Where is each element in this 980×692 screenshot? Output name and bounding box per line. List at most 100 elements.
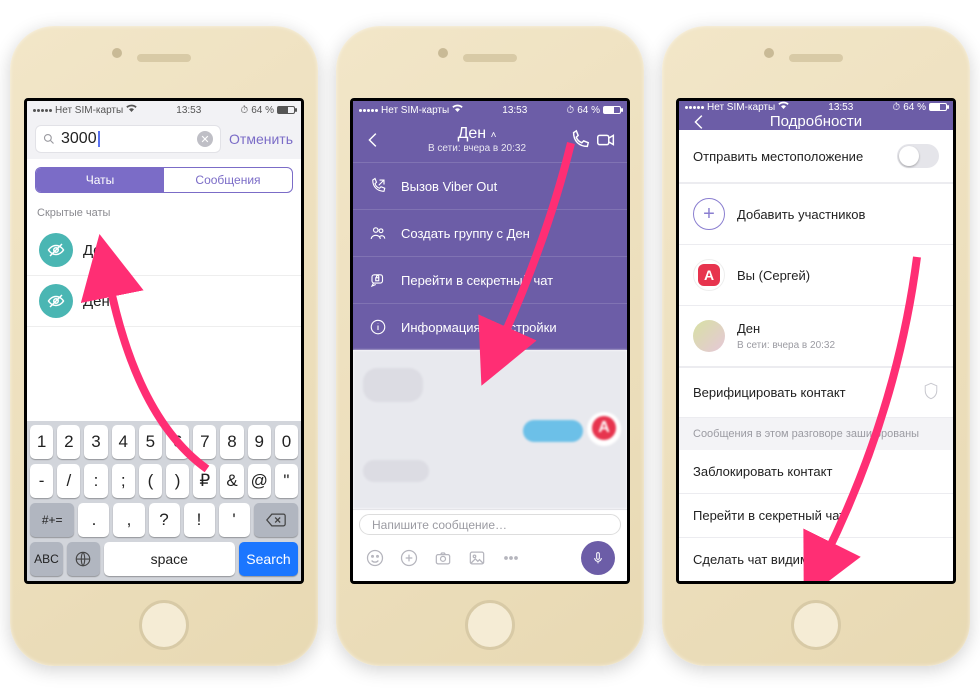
more-icon[interactable]: [501, 548, 521, 568]
key[interactable]: @: [248, 464, 271, 498]
section-hidden-chats: Скрытые чаты: [27, 201, 301, 225]
shield-icon: [923, 382, 939, 403]
phone-frame-3: Нет SIM-карты 13:53 ⏱ 64 % Подробности О…: [662, 26, 970, 666]
phone-icon: [569, 129, 591, 151]
plus-icon[interactable]: [399, 548, 419, 568]
cell-label: Вы (Сергей): [737, 268, 810, 283]
menu-info-settings[interactable]: Информация и настройки: [353, 303, 627, 350]
battery-pct: 64 %: [577, 105, 600, 116]
key[interactable]: 4: [112, 425, 135, 459]
key[interactable]: !: [184, 503, 215, 537]
chat-name: Ден: [83, 242, 110, 259]
home-button[interactable]: [465, 600, 515, 650]
back-button[interactable]: [687, 109, 713, 135]
alarm-icon: ⏱: [240, 105, 248, 116]
avatar: А: [693, 259, 725, 291]
home-button[interactable]: [139, 600, 189, 650]
key-abc[interactable]: ABC: [30, 542, 63, 576]
key-space[interactable]: space: [104, 542, 235, 576]
voice-call-button[interactable]: [567, 127, 593, 153]
cell-send-location[interactable]: Отправить местоположение: [679, 130, 953, 183]
keyboard[interactable]: 1234567890 -/:;()₽&@" #+= .,?!' ABC spac…: [27, 421, 301, 581]
key[interactable]: .: [78, 503, 109, 537]
search-icon: [43, 133, 55, 145]
location-toggle[interactable]: [897, 144, 939, 168]
key[interactable]: 9: [248, 425, 271, 459]
wifi-icon: [126, 104, 137, 116]
presence-label: В сети: вчера в 20:32: [737, 340, 835, 351]
cell-label: Отправить местоположение: [693, 149, 863, 164]
key[interactable]: &: [220, 464, 243, 498]
key[interactable]: 2: [57, 425, 80, 459]
search-input[interactable]: 3000 ✕: [35, 125, 221, 153]
cell-contact[interactable]: Ден В сети: вчера в 20:32: [679, 306, 953, 367]
key[interactable]: 6: [166, 425, 189, 459]
key-search[interactable]: Search: [239, 542, 298, 576]
key[interactable]: /: [57, 464, 80, 498]
segmented-control[interactable]: Чаты Сообщения: [35, 167, 293, 193]
cell-label: Верифицировать контакт: [693, 385, 846, 400]
screen-1: Нет SIM-карты 13:53 ⏱ 64 % 3000 ✕ Отмени…: [24, 98, 304, 584]
key[interactable]: (: [139, 464, 162, 498]
message-input[interactable]: Напишите сообщение…: [359, 514, 621, 535]
key[interactable]: ;: [112, 464, 135, 498]
chat-item[interactable]: Ден: [27, 225, 301, 276]
chat-name: Ден: [83, 293, 110, 310]
key[interactable]: 8: [220, 425, 243, 459]
key[interactable]: 5: [139, 425, 162, 459]
battery-pct: 64 %: [903, 102, 926, 113]
cell-you[interactable]: А Вы (Сергей): [679, 245, 953, 306]
backspace-icon: [266, 513, 286, 527]
camera-icon[interactable]: [433, 548, 453, 568]
key[interactable]: 7: [193, 425, 216, 459]
video-call-button[interactable]: [593, 127, 619, 153]
key[interactable]: 1: [30, 425, 53, 459]
key[interactable]: 3: [84, 425, 107, 459]
hidden-chat-icon: [39, 284, 73, 318]
key[interactable]: ?: [149, 503, 180, 537]
chat-title-area[interactable]: Ден ˄ В сети: вчера в 20:32: [387, 125, 567, 154]
back-button[interactable]: [361, 127, 387, 153]
clear-search-button[interactable]: ✕: [197, 131, 213, 147]
status-bar: Нет SIM-карты 13:53 ⏱ 64 %: [27, 101, 301, 119]
chat-item[interactable]: Ден: [27, 276, 301, 327]
battery-icon: [929, 103, 947, 111]
key[interactable]: ,: [113, 503, 144, 537]
key[interactable]: 0: [275, 425, 298, 459]
key[interactable]: -: [30, 464, 53, 498]
chat-body-blurred: А: [353, 350, 627, 509]
video-icon: [595, 129, 617, 151]
alarm-icon: ⏱: [566, 105, 574, 116]
key-backspace[interactable]: [254, 503, 298, 537]
cell-block-contact[interactable]: Заблокировать контакт: [679, 450, 953, 494]
key-globe[interactable]: [67, 542, 100, 576]
key[interactable]: ): [166, 464, 189, 498]
search-bar: 3000 ✕ Отменить: [27, 119, 301, 159]
cell-label: Заблокировать контакт: [693, 464, 832, 479]
tab-chats[interactable]: Чаты: [36, 168, 164, 192]
menu-label: Вызов Viber Out: [401, 179, 497, 194]
contact-name: Ден: [458, 125, 487, 142]
screen-2: Нет SIM-карты 13:53 ⏱ 64 % Ден ˄ В сети:…: [350, 98, 630, 584]
cell-add-participants[interactable]: + Добавить участников: [679, 184, 953, 245]
key[interactable]: ₽: [193, 464, 216, 498]
info-icon: [369, 318, 387, 336]
phone-frame-2: Нет SIM-карты 13:53 ⏱ 64 % Ден ˄ В сети:…: [336, 26, 644, 666]
cell-label: Перейти в секретный чат: [693, 508, 845, 523]
cancel-search-button[interactable]: Отменить: [229, 131, 293, 147]
key-numswitch[interactable]: #+=: [30, 503, 74, 537]
sticker-icon[interactable]: [365, 548, 385, 568]
mic-button[interactable]: [581, 541, 615, 575]
cell-make-visible[interactable]: Сделать чат видимым: [679, 538, 953, 582]
cell-go-secret[interactable]: Перейти в секретный чат: [679, 494, 953, 538]
cell-verify-contact[interactable]: Верифицировать контакт: [679, 368, 953, 418]
menu-create-group[interactable]: Создать группу с Ден: [353, 209, 627, 256]
menu-secret-chat[interactable]: Перейти в секретный чат: [353, 256, 627, 303]
gallery-icon[interactable]: [467, 548, 487, 568]
tab-messages[interactable]: Сообщения: [164, 168, 292, 192]
menu-viber-out[interactable]: Вызов Viber Out: [353, 162, 627, 209]
key[interactable]: :: [84, 464, 107, 498]
home-button[interactable]: [791, 600, 841, 650]
key[interactable]: ': [219, 503, 250, 537]
key[interactable]: ": [275, 464, 298, 498]
